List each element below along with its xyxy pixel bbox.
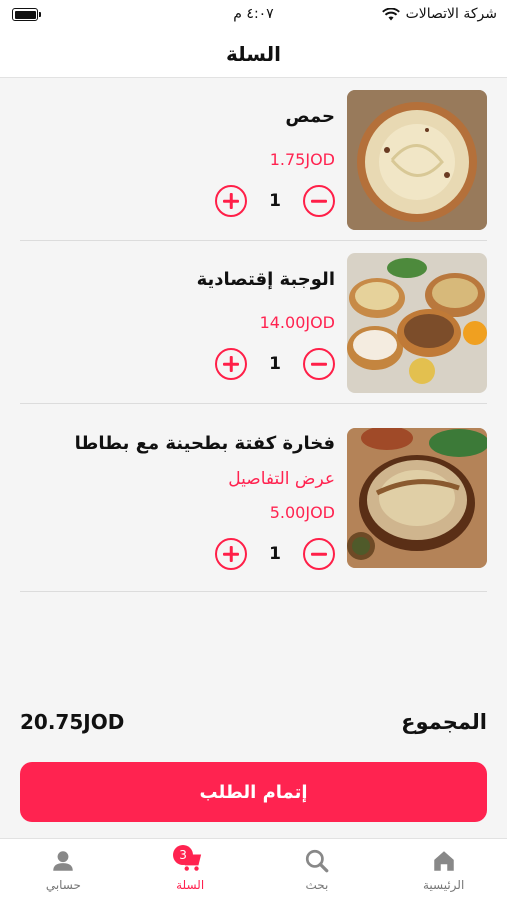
decrease-quantity-button[interactable]: [303, 538, 335, 570]
increase-quantity-button[interactable]: [215, 185, 247, 217]
bottom-tab-bar: الرئيسية بحث 3 السلة حسابي: [0, 838, 507, 900]
tab-home[interactable]: الرئيسية: [381, 839, 507, 900]
item-image-hummus[interactable]: [347, 90, 487, 230]
cart-count-badge: 3: [173, 844, 194, 865]
item-price: 14.00JOD: [259, 313, 335, 332]
total-value: 20.75JOD: [20, 710, 125, 734]
cart-item: فخارة كفتة بطحينة مع بطاطا عرض التفاصيل …: [20, 404, 487, 592]
quantity-stepper: 1: [215, 348, 335, 380]
increase-quantity-button[interactable]: [215, 538, 247, 570]
quantity-stepper: 1: [215, 185, 335, 217]
item-name: حمص: [285, 106, 335, 127]
tab-label: بحث: [305, 877, 329, 892]
tab-cart[interactable]: 3 السلة: [127, 839, 253, 900]
cart-items-list: حمص 1.75JOD 1 الوجبة إقتصادية 14.00JOD 1…: [0, 78, 507, 592]
item-name: فخارة كفتة بطحينة مع بطاطا: [74, 433, 335, 454]
wifi-icon: [381, 7, 400, 20]
increase-quantity-button[interactable]: [215, 348, 247, 380]
quantity-stepper: 1: [215, 538, 335, 570]
carrier: شركة الاتصالات: [381, 6, 497, 22]
battery-icon: [12, 8, 41, 21]
item-image-meal[interactable]: [347, 253, 487, 393]
search-icon: [305, 849, 329, 872]
status-bar: شركة الاتصالات ٤:٠٧ م: [0, 0, 507, 30]
item-quantity: 1: [269, 191, 281, 211]
tab-search[interactable]: بحث: [254, 839, 380, 900]
checkout-button[interactable]: إتمام الطلب: [20, 762, 487, 822]
total-row: 20.75JOD المجموع: [20, 705, 487, 739]
item-image-kofta[interactable]: [347, 428, 487, 568]
checkout-label: إتمام الطلب: [199, 781, 308, 803]
user-icon: [53, 850, 74, 871]
tab-label: السلة: [176, 877, 205, 892]
tab-label: الرئيسية: [422, 877, 465, 892]
view-details-link[interactable]: عرض التفاصيل: [228, 469, 335, 489]
item-quantity: 1: [269, 354, 281, 374]
page-header: السلة: [0, 30, 507, 78]
home-icon: [433, 850, 454, 871]
tab-label: حسابي: [45, 877, 81, 892]
item-price: 1.75JOD: [269, 150, 335, 169]
status-time: ٤:٠٧ م: [233, 6, 274, 22]
carrier-name: شركة الاتصالات: [405, 6, 497, 22]
cart-item: الوجبة إقتصادية 14.00JOD 1: [20, 241, 487, 404]
item-name: الوجبة إقتصادية: [196, 269, 335, 290]
decrease-quantity-button[interactable]: [303, 185, 335, 217]
item-quantity: 1: [269, 544, 281, 564]
item-price: 5.00JOD: [269, 503, 335, 522]
tab-account[interactable]: حسابي: [0, 839, 126, 900]
page-title: السلة: [225, 41, 281, 66]
cart-item: حمص 1.75JOD 1: [20, 78, 487, 241]
total-label: المجموع: [401, 710, 487, 734]
decrease-quantity-button[interactable]: [303, 348, 335, 380]
